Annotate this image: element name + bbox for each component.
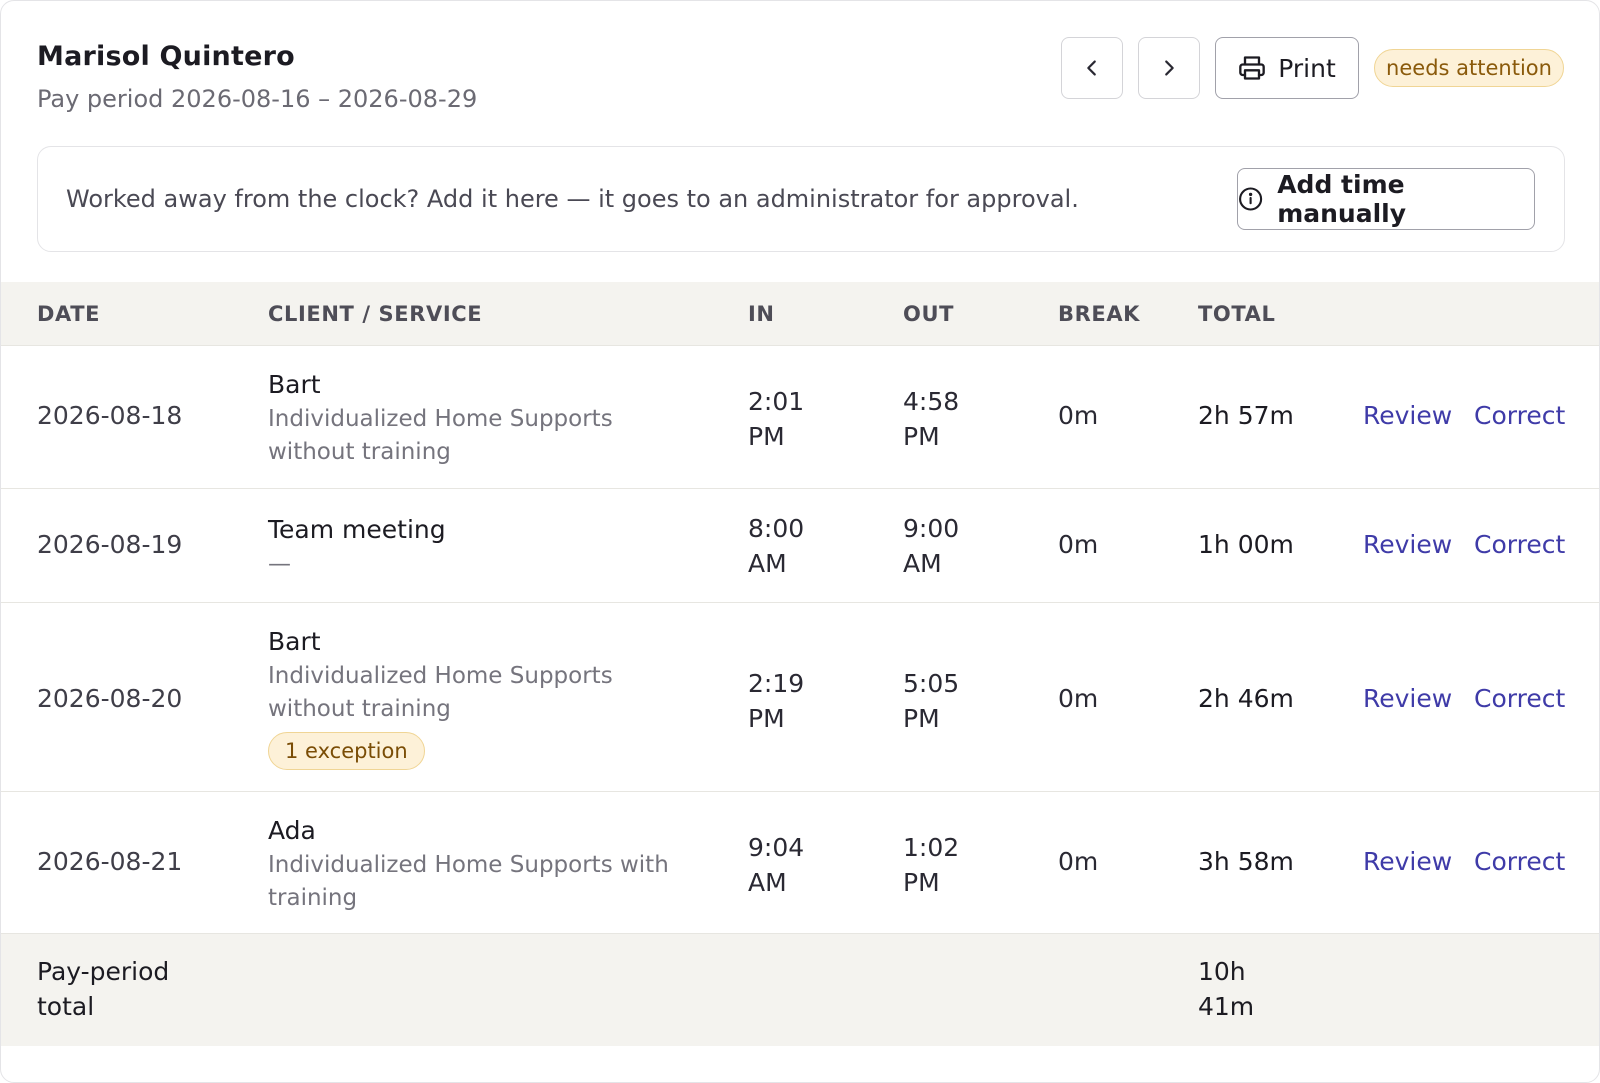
out-time-ampm: AM [903,549,942,578]
in-time-value: 2:19 [748,669,805,698]
pay-period-total-row: Pay-period total 10h 41m [1,934,1599,1046]
chevron-left-icon [1087,60,1096,76]
status-badge: needs attention [1374,49,1564,87]
row-in-time: 2:01 PM [748,384,838,454]
info-icon [1239,187,1263,211]
row-out-time: 1:02 PM [903,830,993,900]
out-time-ampm: PM [903,704,940,733]
column-header-break: BREAK [1058,302,1141,326]
pay-period-total-label: Pay-period total [37,957,170,1021]
row-client: Bart [268,370,321,399]
review-link[interactable]: Review [1363,684,1452,713]
in-time-value: 2:01 [748,387,805,416]
column-header-client-service: CLIENT / SERVICE [268,302,483,326]
row-break: 0m [1058,530,1099,559]
column-header-total: TOTAL [1198,302,1276,326]
in-time-ampm: AM [748,549,787,578]
row-service: Individualized Home Supports without tra… [268,663,613,722]
row-out-time: 5:05 PM [903,666,993,736]
column-header-in: IN [748,302,775,326]
correct-link[interactable]: Correct [1474,530,1565,559]
row-service: — [268,551,291,577]
out-time-value: 9:00 [903,514,960,543]
in-time-ampm: PM [748,422,785,451]
previous-period-button[interactable] [1061,37,1123,99]
print-button[interactable]: Print [1215,37,1359,99]
in-time-ampm: PM [748,704,785,733]
row-date: 2026-08-18 [37,401,183,430]
next-period-button[interactable] [1138,37,1200,99]
review-link[interactable]: Review [1363,847,1452,876]
pay-period-total-value: 10h 41m [1198,957,1255,1021]
row-client: Team meeting [268,515,446,544]
row-out-time: 9:00 AM [903,511,993,581]
exception-badge: 1 exception [268,732,425,770]
row-total: 3h 58m [1198,847,1294,876]
review-link[interactable]: Review [1363,401,1452,430]
out-time-value: 4:58 [903,387,960,416]
add-time-manually-button[interactable]: Add time manually [1237,168,1535,230]
table-header: DATE CLIENT / SERVICE IN OUT BREAK TOTAL [1,282,1599,346]
row-break: 0m [1058,684,1099,713]
row-break: 0m [1058,847,1099,876]
add-time-label: Add time manually [1277,170,1407,228]
row-in-time: 8:00 AM [748,511,838,581]
in-time-ampm: AM [748,868,787,897]
in-time-value: 9:04 [748,833,805,862]
row-total: 2h 46m [1198,684,1294,713]
row-in-time: 9:04 AM [748,830,838,900]
column-header-out: OUT [903,302,955,326]
manual-time-notice: Worked away from the clock? Add it here … [37,146,1565,252]
row-service: Individualized Home Supports without tra… [268,406,613,465]
table-row: 2026-08-21 Ada Individualized Home Suppo… [1,792,1599,934]
in-time-value: 8:00 [748,514,805,543]
printer-icon [1239,56,1266,80]
pay-period: Pay period 2026-08-16 – 2026-08-29 [37,85,478,113]
print-label: Print [1278,53,1336,83]
out-time-ampm: PM [903,422,940,451]
row-out-time: 4:58 PM [903,384,993,454]
review-link[interactable]: Review [1363,530,1452,559]
row-total: 1h 00m [1198,530,1294,559]
notice-text: Worked away from the clock? Add it here … [66,185,1079,213]
table-row: 2026-08-20 Bart Individualized Home Supp… [1,603,1599,792]
column-header-date: DATE [37,302,101,326]
table-row: 2026-08-19 Team meeting — 8:00 AM 9:00 AM … [1,489,1599,603]
correct-link[interactable]: Correct [1474,847,1565,876]
chevron-right-icon [1165,60,1174,76]
out-time-value: 1:02 [903,833,960,862]
out-time-value: 5:05 [903,669,960,698]
row-break: 0m [1058,401,1099,430]
correct-link[interactable]: Correct [1474,684,1565,713]
row-total: 2h 57m [1198,401,1294,430]
row-service: Individualized Home Supports with traini… [268,852,669,911]
row-client: Bart [268,627,321,656]
row-in-time: 2:19 PM [748,666,838,736]
row-client: Ada [268,816,316,845]
timesheet-card: Marisol Quintero Pay period 2026-08-16 –… [0,0,1600,1083]
table-row: 2026-08-18 Bart Individualized Home Supp… [1,346,1599,489]
row-date: 2026-08-19 [37,530,183,559]
correct-link[interactable]: Correct [1474,401,1565,430]
row-date: 2026-08-20 [37,684,183,713]
row-date: 2026-08-21 [37,847,183,876]
out-time-ampm: PM [903,868,940,897]
employee-name: Marisol Quintero [37,41,295,72]
